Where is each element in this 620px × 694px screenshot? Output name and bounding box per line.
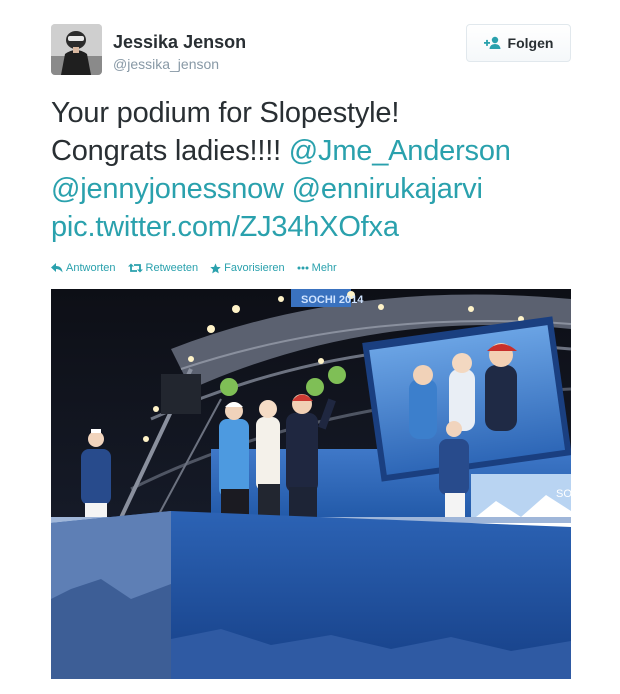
author-fullname[interactable]: Jessika Jenson — [113, 32, 246, 52]
more-icon — [297, 266, 309, 270]
star-icon — [210, 262, 221, 273]
follow-button-label: Folgen — [507, 35, 554, 51]
pic-link[interactable]: pic.twitter.com/ZJ34hXOfxa — [51, 211, 399, 243]
more-label: Mehr — [311, 262, 337, 274]
add-user-icon — [483, 36, 501, 49]
author-block: Jessika Jenson @jessika_jenson — [113, 32, 246, 72]
tweet-text-line-2: Congrats ladies!!!! @Jme_Anderson — [51, 132, 591, 170]
mention-ennirukajarvi[interactable]: @ennirukajarvi — [292, 173, 483, 205]
reply-icon — [51, 263, 63, 273]
tweet-text: Your podium for Slopestyle! Congrats lad… — [51, 94, 591, 246]
follow-button[interactable]: Folgen — [466, 24, 571, 62]
mention-jme-anderson[interactable]: @Jme_Anderson — [289, 135, 511, 167]
tweet-text-plain: Congrats ladies!!!! — [51, 135, 289, 167]
retweet-icon — [127, 263, 143, 273]
tweet-photo[interactable]: SO SOCHI 2014 — [51, 289, 571, 679]
reply-button[interactable]: Antworten — [51, 262, 116, 274]
tweet-actions: Antworten Retweeten Favorisieren Mehr — [51, 262, 337, 274]
retweet-button[interactable]: Retweeten — [127, 262, 199, 274]
podium-block — [51, 511, 571, 679]
favorite-label: Favorisieren — [224, 262, 285, 274]
tweet-header: Jessika Jenson @jessika_jenson Folgen — [51, 24, 571, 76]
favorite-button[interactable]: Favorisieren — [210, 262, 285, 274]
podium-photo: SO SOCHI 2014 — [51, 289, 571, 679]
screen-edge-text: SO — [556, 488, 571, 500]
reply-label: Antworten — [66, 262, 116, 274]
user-photo-icon — [51, 24, 102, 75]
more-button[interactable]: Mehr — [297, 262, 337, 274]
tweet-text-space — [284, 173, 292, 205]
tweet-text-line-4: pic.twitter.com/ZJ34hXOfxa — [51, 208, 591, 246]
tweet-text-line-3: @jennyjonessnow @ennirukajarvi — [51, 170, 591, 208]
avatar[interactable] — [51, 24, 102, 75]
banner-text: SOCHI 2014 — [301, 294, 364, 306]
author-username[interactable]: @jessika_jenson — [113, 56, 246, 72]
tweet-text-line-1: Your podium for Slopestyle! — [51, 97, 400, 129]
retweet-label: Retweeten — [145, 262, 199, 274]
mention-jennyjonessnow[interactable]: @jennyjonessnow — [51, 173, 284, 205]
